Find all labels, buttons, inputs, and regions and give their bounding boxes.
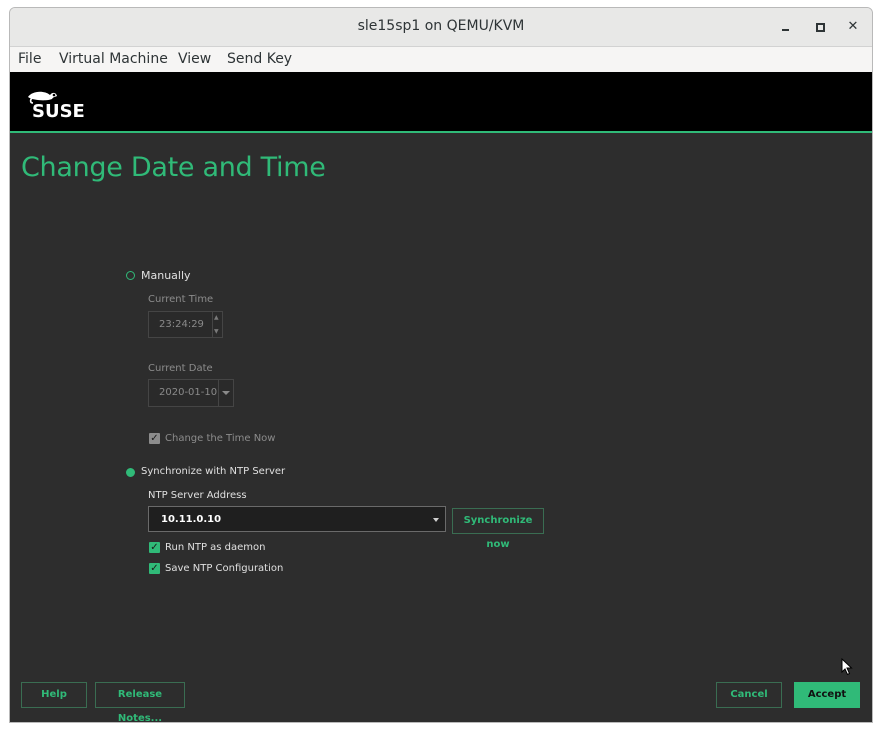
maximize-icon bbox=[816, 23, 825, 32]
current-time-label: Current Time bbox=[148, 294, 214, 305]
mouse-cursor-icon bbox=[841, 658, 853, 676]
chevron-down-icon bbox=[222, 391, 230, 395]
minimize-button[interactable] bbox=[776, 16, 798, 38]
synchronize-now-button[interactable]: Synchronize now bbox=[452, 508, 544, 550]
title-bar: sle15sp1 on QEMU/KVM ✕ bbox=[10, 8, 872, 47]
menu-view[interactable]: View bbox=[178, 51, 211, 67]
release-notes-button[interactable]: Release Notes... bbox=[95, 682, 185, 722]
menu-send-key[interactable]: Send Key bbox=[227, 51, 292, 67]
change-time-label: Change the Time Now bbox=[165, 433, 276, 444]
close-button[interactable]: ✕ bbox=[842, 16, 864, 38]
help-button[interactable]: Help bbox=[21, 682, 87, 708]
page-title: Change Date and Time bbox=[21, 152, 326, 183]
installer-header: SUSE bbox=[10, 72, 872, 133]
current-time-spinbox: 23:24:29 ▲ ▼ bbox=[148, 311, 223, 338]
spin-up-icon: ▲ bbox=[214, 314, 219, 321]
menu-virtual-machine[interactable]: Virtual Machine bbox=[59, 51, 168, 67]
vm-display[interactable]: SUSE Change Date and Time Manually Curre… bbox=[10, 72, 872, 722]
ntp-server-combo[interactable]: 10.11.0.10 bbox=[148, 506, 446, 532]
time-spin-buttons: ▲ ▼ bbox=[212, 312, 222, 337]
manually-radio[interactable] bbox=[126, 271, 135, 280]
date-dropdown-button bbox=[218, 380, 233, 406]
menu-file[interactable]: File bbox=[18, 51, 41, 67]
header-accent-line bbox=[10, 131, 872, 133]
current-date-field: 2020-01-10 bbox=[148, 379, 234, 407]
manually-label[interactable]: Manually bbox=[141, 269, 191, 282]
close-icon: ✕ bbox=[847, 19, 859, 34]
run-ntp-daemon-label[interactable]: Run NTP as daemon bbox=[165, 542, 266, 553]
spin-down-icon: ▼ bbox=[214, 328, 219, 335]
minimize-icon bbox=[782, 29, 789, 31]
current-date-label: Current Date bbox=[148, 363, 213, 374]
run-ntp-daemon-checkbox[interactable]: ✓ bbox=[149, 542, 160, 553]
vm-viewer-window: sle15sp1 on QEMU/KVM ✕ File Virtual Mach… bbox=[9, 7, 873, 723]
chevron-down-icon bbox=[433, 518, 439, 522]
cancel-button[interactable]: Cancel bbox=[716, 682, 782, 708]
current-date-value: 2020-01-10 bbox=[159, 387, 218, 398]
ntp-server-label: NTP Server Address bbox=[148, 490, 247, 501]
ntp-server-value: 10.11.0.10 bbox=[161, 514, 222, 525]
window-title: sle15sp1 on QEMU/KVM bbox=[357, 18, 525, 34]
accept-button[interactable]: Accept bbox=[794, 682, 860, 708]
save-ntp-config-label[interactable]: Save NTP Configuration bbox=[165, 563, 283, 574]
maximize-button[interactable] bbox=[809, 16, 831, 38]
suse-logo: SUSE bbox=[28, 91, 85, 119]
change-time-checkbox: ✓ bbox=[149, 433, 160, 444]
save-ntp-config-checkbox[interactable]: ✓ bbox=[149, 563, 160, 574]
menu-bar: File Virtual Machine View Send Key bbox=[10, 47, 872, 73]
current-time-value: 23:24:29 bbox=[159, 319, 204, 330]
logo-text: SUSE bbox=[32, 101, 85, 119]
ntp-radio-label[interactable]: Synchronize with NTP Server bbox=[141, 466, 285, 477]
ntp-radio[interactable] bbox=[126, 468, 135, 477]
